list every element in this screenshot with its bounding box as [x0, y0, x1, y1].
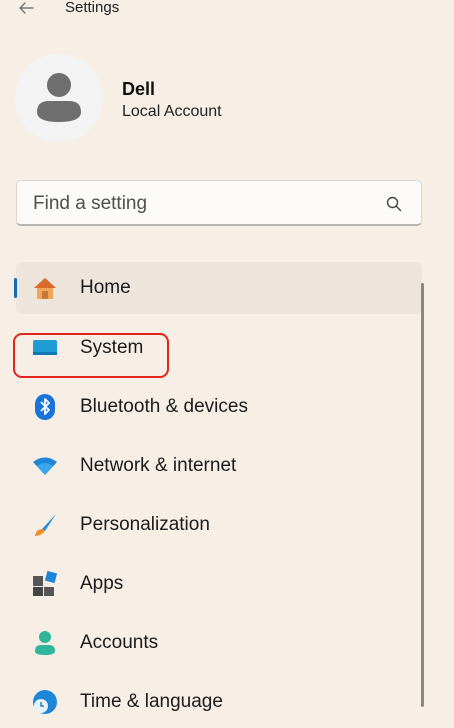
- scrollbar[interactable]: [421, 283, 424, 707]
- selection-indicator: [14, 278, 17, 298]
- globe-clock-icon: [32, 689, 58, 715]
- brush-icon: [32, 512, 58, 538]
- user-avatar-icon[interactable]: [15, 54, 103, 142]
- sidebar-item-label: Time & language: [80, 691, 223, 712]
- window-title: Settings: [65, 0, 120, 16]
- sidebar-item-label: Accounts: [80, 632, 159, 653]
- sidebar-item-network[interactable]: Network & internet: [16, 440, 422, 492]
- account-type: Local Account: [122, 103, 222, 120]
- sidebar-item-bluetooth[interactable]: Bluetooth & devices: [16, 381, 422, 433]
- apps-icon: [32, 570, 58, 597]
- search-input[interactable]: Find a setting: [16, 180, 422, 226]
- sidebar-item-label: Network & internet: [80, 455, 237, 476]
- sidebar-item-time-language[interactable]: Time & language: [16, 676, 422, 728]
- sidebar-item-home[interactable]: Home: [14, 262, 422, 314]
- search-placeholder: Find a setting: [33, 193, 148, 214]
- title-bar: Settings: [0, 0, 454, 24]
- user-name: Dell: [122, 79, 156, 99]
- sidebar-item-personalization[interactable]: Personalization: [16, 499, 422, 551]
- back-arrow-icon[interactable]: [16, 0, 36, 18]
- accounts-icon: [32, 630, 58, 656]
- network-icon: [32, 453, 58, 479]
- home-icon: [32, 275, 58, 301]
- sidebar-item-label: Home: [80, 277, 131, 298]
- bluetooth-icon: [32, 394, 58, 420]
- sidebar-item-accounts[interactable]: Accounts: [16, 617, 422, 669]
- sidebar-item-apps[interactable]: Apps: [16, 558, 422, 610]
- sidebar-item-label: Apps: [80, 573, 124, 594]
- sidebar-item-label: Bluetooth & devices: [80, 396, 248, 417]
- highlight-box: [13, 333, 169, 378]
- search-icon[interactable]: [385, 195, 403, 213]
- sidebar-item-label: Personalization: [80, 514, 210, 535]
